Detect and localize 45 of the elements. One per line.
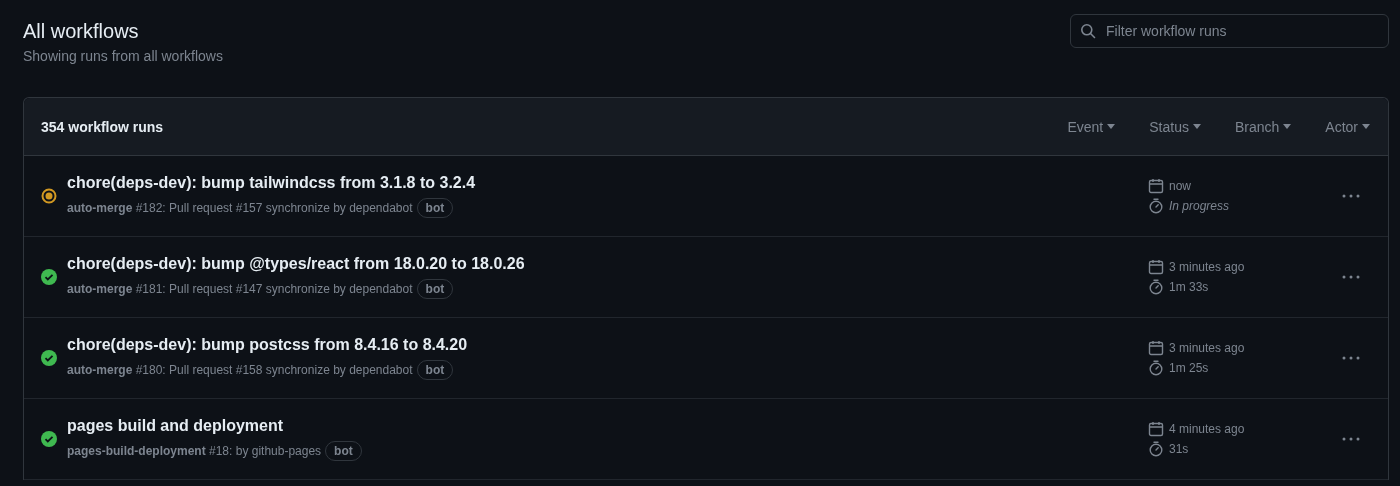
calendar-icon — [1148, 178, 1164, 194]
more-icon — [1342, 356, 1360, 360]
run-count: 354 workflow runs — [41, 118, 164, 135]
run-title[interactable]: pages build and deployment — [67, 417, 1148, 435]
run-meta: auto-merge #181: Pull request #147 synchronize by dependabot — [67, 282, 413, 296]
more-icon — [1342, 194, 1360, 198]
run-row[interactable]: chore(deps-dev): bump @types/react from 18.0.20 to 18.0.26 auto-merge #181: Pull request #147 synchronize by dependabot bot 3 minutes ago 1m 33s — [24, 237, 1388, 318]
more-icon — [1342, 275, 1360, 279]
run-row[interactable]: pages build and deployment pages-build-deployment #18: by github-pages bot 4 minutes ago 31s — [24, 399, 1388, 480]
run-duration: 1m 33s — [1169, 280, 1209, 294]
caret-icon — [1192, 124, 1201, 129]
run-row[interactable]: chore(deps-dev): bump postcss from 8.4.16 to 8.4.20 auto-merge #180: Pull request #158 synchronize by dependabot bot 3 minutes ago 1m 25s — [24, 318, 1388, 399]
run-duration: 1m 25s — [1169, 361, 1209, 375]
run-duration: 31s — [1169, 442, 1189, 456]
stopwatch-icon — [1148, 279, 1164, 295]
run-started: 3 minutes ago — [1169, 260, 1245, 274]
run-meta: auto-merge #180: Pull request #158 synchronize by dependabot — [67, 363, 413, 377]
caret-icon — [1107, 124, 1116, 129]
run-duration: In progress — [1169, 199, 1230, 213]
run-title[interactable]: chore(deps-dev): bump postcss from 8.4.16 to 8.4.20 — [67, 336, 1148, 354]
stopwatch-icon — [1148, 360, 1164, 376]
calendar-icon — [1148, 421, 1164, 437]
page-subtitle: Showing runs from all workflows — [23, 48, 223, 64]
stopwatch-icon — [1148, 198, 1164, 214]
run-row[interactable]: chore(deps-dev): bump tailwindcss from 3.1.8 to 3.2.4 auto-merge #182: Pull request #157 synchronize by dependabot bot now In progress — [24, 156, 1388, 237]
search-field[interactable]: Filter workflow runs — [1070, 14, 1389, 48]
filter-dropdown[interactable]: Branch — [1234, 118, 1292, 135]
caret-icon — [1283, 124, 1292, 129]
calendar-icon — [1148, 340, 1164, 356]
search-icon — [1080, 23, 1096, 39]
run-meta: pages-build-deployment #18: by github-pages — [67, 444, 322, 458]
page-title: All workflows — [23, 20, 140, 43]
run-started: 3 minutes ago — [1169, 341, 1245, 355]
caret-icon — [1362, 124, 1370, 129]
run-meta: auto-merge #182: Pull request #157 synchronize by dependabot — [67, 201, 413, 215]
filter-dropdown[interactable]: Event — [1067, 118, 1116, 135]
filter-dropdown[interactable]: Actor — [1325, 118, 1370, 135]
run-title[interactable]: chore(deps-dev): bump tailwindcss from 3.1.8 to 3.2.4 — [67, 174, 1148, 192]
filter-dropdown[interactable]: Status — [1149, 118, 1201, 135]
run-started: now — [1169, 179, 1191, 193]
run-title[interactable]: chore(deps-dev): bump @types/react from 18.0.20 to 18.0.26 — [67, 255, 1148, 273]
run-started: 4 minutes ago — [1169, 422, 1245, 436]
stopwatch-icon — [1148, 441, 1164, 457]
calendar-icon — [1148, 259, 1164, 275]
more-icon — [1342, 437, 1360, 441]
